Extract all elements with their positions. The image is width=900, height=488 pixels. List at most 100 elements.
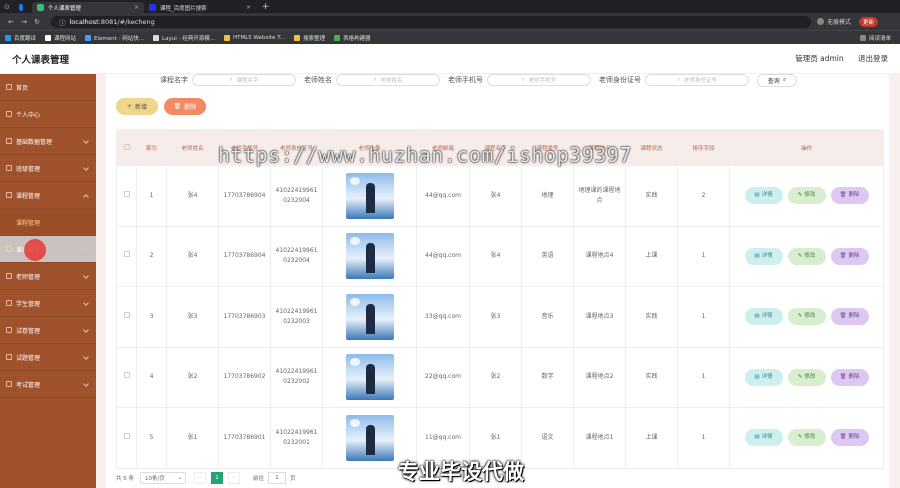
sidebar-item-courses[interactable]: 课程管理 (0, 182, 96, 209)
reading-list[interactable]: 阅读清单 (859, 34, 891, 42)
profile-icon[interactable] (817, 18, 824, 25)
sidebar-item-label: 考试管理 (16, 381, 41, 389)
checkbox[interactable] (123, 143, 130, 150)
row-select[interactable] (116, 225, 137, 287)
page-size-select[interactable]: 10条/页 ⌄ (140, 472, 186, 484)
back-icon[interactable]: ← (6, 18, 16, 26)
video-caption: 专业毕设代做 (398, 460, 524, 484)
teacher-avatar-image[interactable] (345, 233, 394, 280)
browser-tab-active[interactable]: 个人课表管理 ✕ (31, 2, 144, 13)
batch-delete-button[interactable]: 🗑 删除 (164, 98, 206, 115)
teacher-avatar-image[interactable] (345, 354, 394, 401)
row-select[interactable] (116, 286, 137, 348)
teacher-id-input[interactable]: ⌕ 老师身份证号 (645, 74, 749, 86)
close-tab-icon[interactable]: ✕ (134, 5, 139, 11)
select-all-header[interactable] (116, 129, 137, 166)
sidebar-item-timetable[interactable]: 课表管理 (0, 236, 96, 263)
menu-icon (6, 246, 12, 252)
search-icon: ⌕ (521, 76, 525, 83)
teacher-avatar-image[interactable] (345, 414, 394, 461)
table-row[interactable]: 2 张4 17703786904 410224199610232004 44@q… (116, 225, 884, 287)
sidebar-item-profile[interactable]: 个人中心 (0, 101, 96, 128)
detail-button[interactable]: ▤ 详情 (744, 308, 783, 326)
table-row[interactable]: 1 张4 17703786904 410224199610232004 44@q… (116, 165, 884, 227)
sidebar-item-classes[interactable]: 班级管理 (0, 155, 96, 182)
checkbox[interactable] (123, 190, 130, 197)
checkbox[interactable] (123, 372, 130, 379)
sidebar-item-teachers[interactable]: 老师管理 (0, 263, 96, 290)
cell-operations: ▤ 详情 ✎ 修改 🗑 删除 (729, 407, 884, 469)
bookmark[interactable]: 百度翻译 (5, 34, 36, 42)
column-header[interactable]: 排序字段 (677, 129, 730, 166)
delete-button-label: 删除 (184, 104, 197, 111)
sidebar-item-students[interactable]: 学生管理 (0, 290, 96, 317)
edit-button[interactable]: ✎ 修改 (787, 187, 826, 205)
edit-button[interactable]: ✎ 修改 (787, 308, 826, 326)
logout-link[interactable]: 退出登录 (858, 54, 888, 63)
info-icon: ⓘ (59, 18, 66, 27)
next-page-button[interactable]: › (228, 472, 240, 484)
teacher-avatar-image[interactable] (345, 172, 394, 219)
delete-button[interactable]: 🗑 删除 (830, 429, 869, 447)
search-button[interactable]: 查询 ⌕ (757, 73, 797, 87)
table-row[interactable]: 4 张2 17703786902 410224199610232002 22@q… (116, 346, 884, 408)
row-select[interactable] (116, 346, 137, 408)
page-number[interactable]: 1 (211, 472, 223, 484)
browser-tab[interactable] (14, 2, 32, 13)
detail-button[interactable]: ▤ 详情 (744, 429, 783, 447)
teacher-phone-input[interactable]: ⌕ 老师手机号 (487, 74, 591, 86)
browser-tab[interactable]: 课程_百度图片搜索 ✕ (144, 2, 256, 13)
checkbox[interactable] (123, 311, 130, 318)
close-tab-icon[interactable]: ✕ (246, 5, 251, 11)
delete-button[interactable]: 🗑 删除 (830, 368, 869, 386)
table-row[interactable]: 3 张3 17703786903 410224199610232003 33@q… (116, 286, 884, 348)
watermark-text: https://www.huzhan.com/ishop39397 (218, 143, 632, 167)
sidebar-item-exams[interactable]: 考试管理 (0, 371, 96, 398)
edit-button[interactable]: ✎ 修改 (787, 368, 826, 386)
delete-button[interactable]: 🗑 删除 (830, 308, 869, 326)
delete-button[interactable]: 🗑 删除 (830, 247, 869, 265)
prev-page-button[interactable]: ‹ (194, 472, 206, 484)
sidebar-item-basic-data[interactable]: 基础数据管理 (0, 128, 96, 155)
sidebar-item-home[interactable]: 首页 (0, 74, 96, 101)
teacher-avatar-image[interactable] (345, 293, 394, 340)
bookmark[interactable]: Layui - 经典开源模... (153, 34, 215, 42)
new-tab-icon[interactable]: + (262, 2, 270, 12)
detail-button[interactable]: ▤ 详情 (744, 187, 783, 205)
cell-sort: 2 (677, 165, 730, 227)
bookmark[interactable]: 搜索整理 (294, 34, 325, 42)
column-header[interactable]: 老师姓名 (166, 129, 219, 166)
sidebar-item-papers[interactable]: 试卷管理 (0, 317, 96, 344)
bookmark[interactable]: HTML5 Website T... (223, 34, 285, 41)
row-select[interactable] (116, 407, 137, 469)
checkbox[interactable] (123, 432, 130, 439)
edit-button[interactable]: ✎ 修改 (787, 247, 826, 265)
cell-operations: ▤ 详情 ✎ 修改 🗑 删除 (729, 286, 884, 348)
course-name-input[interactable]: ⌕ 课程名字 (192, 74, 296, 86)
cell-teacher-phone: 17703786904 (218, 165, 271, 227)
detail-button[interactable]: ▤ 详情 (744, 368, 783, 386)
teacher-name-input[interactable]: ⌕ 老师姓名 (336, 74, 440, 86)
detail-button[interactable]: ▤ 详情 (744, 247, 783, 265)
browser-menu-icon[interactable]: ⊙ (4, 3, 10, 11)
url-input[interactable]: ⓘ localhost:8081/#/kecheng (51, 15, 811, 28)
bookmark[interactable]: 课程网站 (45, 34, 76, 42)
plus-icon: + (126, 103, 132, 110)
bookmark[interactable]: Element - 网站快... (85, 34, 144, 42)
input-placeholder: 老师姓名 (380, 78, 403, 84)
incognito-label[interactable]: 无痕模式 (827, 17, 851, 26)
forward-icon[interactable]: → (19, 18, 29, 26)
sidebar-subitem-course-manage[interactable]: 课程管理 (0, 209, 96, 236)
goto-page-input[interactable]: 1 (268, 472, 287, 484)
checkbox[interactable] (123, 251, 130, 258)
sidebar-item-questions[interactable]: 试题管理 (0, 344, 96, 371)
update-badge[interactable]: 更新 (859, 16, 879, 27)
row-select[interactable] (116, 165, 137, 227)
delete-button[interactable]: 🗑 删除 (830, 187, 869, 205)
column-header[interactable]: 课程状态 (625, 129, 678, 166)
edit-button[interactable]: ✎ 修改 (787, 429, 826, 447)
add-button[interactable]: + 新增 (116, 98, 158, 115)
bookmark[interactable]: 表格构建器 (334, 34, 371, 42)
reload-icon[interactable]: ↻ (32, 18, 42, 26)
column-header[interactable]: 索引 (136, 129, 167, 166)
